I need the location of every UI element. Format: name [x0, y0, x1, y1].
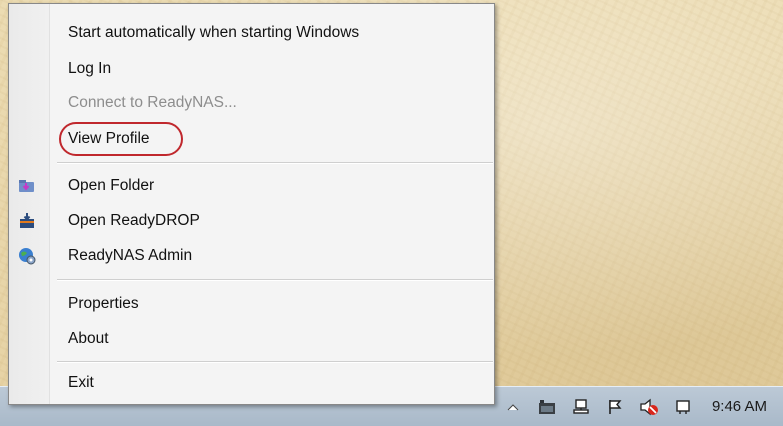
- menu-item-label: Properties: [68, 295, 139, 312]
- power-icon[interactable]: [672, 396, 694, 418]
- folder-down-icon: [18, 177, 36, 195]
- menu-item-label: Connect to ReadyNAS...: [68, 94, 237, 111]
- menu-item-start-automatically[interactable]: Start automatically when starting Window…: [9, 16, 494, 50]
- menu-item-open-folder[interactable]: Open Folder: [9, 169, 494, 203]
- show-hidden-icons-arrow[interactable]: [502, 396, 524, 418]
- menu-separator: [57, 361, 493, 363]
- menu-separator: [57, 162, 493, 164]
- menu-item-about[interactable]: About: [9, 322, 494, 356]
- menu-item-properties[interactable]: Properties: [9, 287, 494, 321]
- menu-item-label: Log In: [68, 60, 112, 77]
- menu-item-label: ReadyNAS Admin: [68, 247, 193, 264]
- notification-area: 9:46 AM: [496, 387, 783, 426]
- menu-item-label: Exit: [68, 374, 94, 391]
- menu-item-exit[interactable]: Exit: [9, 366, 494, 400]
- tray-context-menu: Start automatically when starting Window…: [8, 3, 495, 405]
- volume-muted-icon[interactable]: [638, 396, 660, 418]
- clock[interactable]: 9:46 AM: [712, 398, 767, 415]
- menu-item-log-in[interactable]: Log In: [9, 52, 494, 86]
- menu-item-readynas-admin[interactable]: ReadyNAS Admin: [9, 239, 494, 273]
- readydrop-icon: [18, 212, 36, 230]
- app-tray-icon[interactable]: [536, 396, 558, 418]
- menu-item-label: Open Folder: [68, 177, 155, 194]
- menu-item-connect-to-readynas: Connect to ReadyNAS...: [9, 86, 494, 120]
- menu-item-open-readydrop[interactable]: Open ReadyDROP: [9, 204, 494, 238]
- action-center-flag-icon[interactable]: [604, 396, 626, 418]
- menu-item-label: About: [68, 330, 109, 347]
- menu-item-label: Start automatically when starting Window…: [68, 24, 360, 41]
- highlight-ring: [59, 122, 183, 156]
- globe-gear-icon: [18, 247, 36, 265]
- network-icon[interactable]: [570, 396, 592, 418]
- menu-item-label: Open ReadyDROP: [68, 212, 200, 229]
- menu-separator: [57, 279, 493, 281]
